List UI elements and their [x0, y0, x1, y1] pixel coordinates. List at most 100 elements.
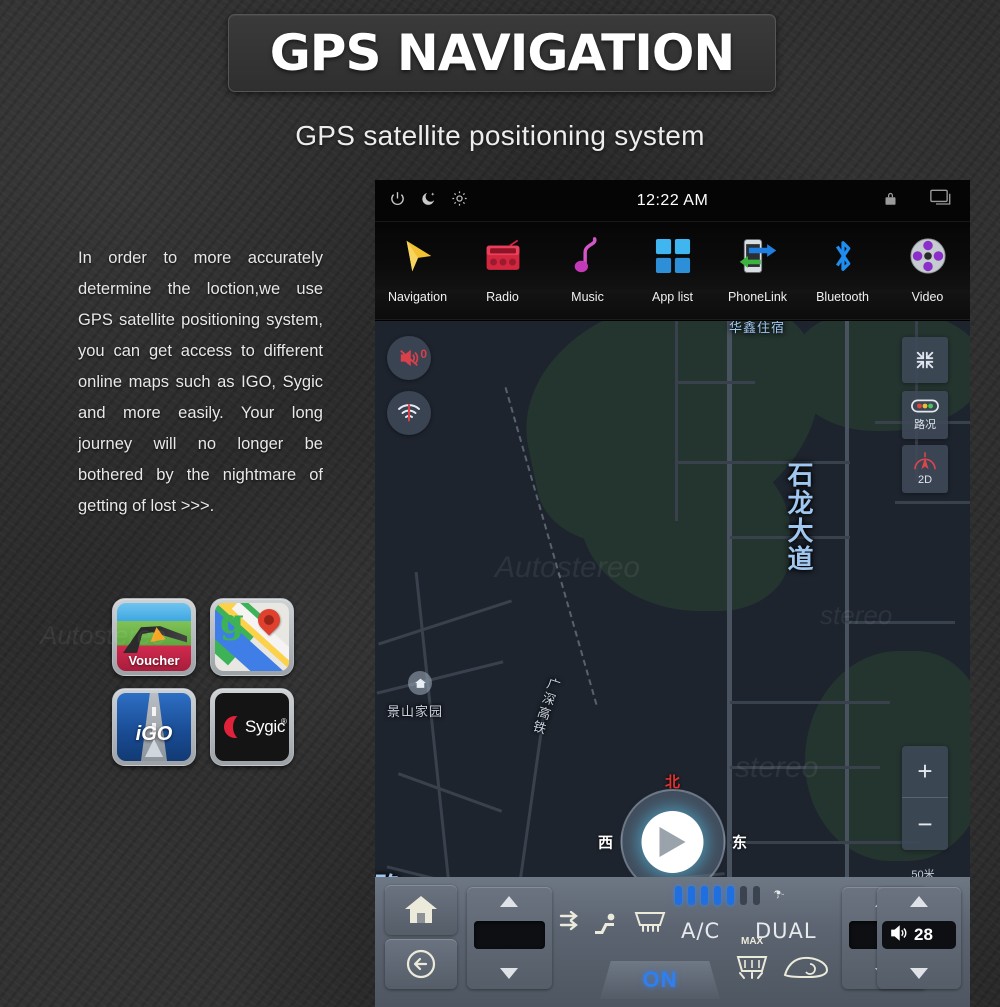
map-road [675, 381, 755, 384]
map-view-mode-label: 2D [917, 474, 933, 486]
fan-icon [770, 885, 787, 905]
app-icon-music[interactable] [545, 222, 630, 290]
app-label-music[interactable]: Music [545, 290, 630, 319]
gps-signal-button[interactable] [387, 391, 431, 435]
fan-bar [701, 885, 708, 905]
fan-bar [675, 885, 682, 905]
app-tile-label: Sygic [245, 717, 286, 736]
climate-on-button[interactable]: ON [600, 961, 720, 999]
map-road [397, 772, 503, 813]
lock-icon[interactable] [883, 190, 898, 212]
ac-label[interactable]: A/C [681, 919, 720, 943]
volume-control[interactable]: 28 [877, 887, 961, 989]
map-label-shilong-avenue: 石龙大道 [783, 461, 813, 573]
lane-dash [152, 707, 156, 716]
volume-display: 28 [882, 921, 956, 949]
fan-bar [727, 885, 734, 905]
map-label-railway: 广深高铁 [528, 675, 561, 737]
current-position-marker [641, 810, 704, 873]
fan-bar [688, 885, 695, 905]
map-view-mode-button[interactable]: 2D [902, 445, 948, 493]
dual-label[interactable]: DUAL [755, 919, 817, 943]
page-subtitle: GPS satellite positioning system [295, 120, 705, 151]
fan-speed-indicator [675, 885, 787, 905]
windows-icon[interactable] [930, 189, 954, 212]
app-label-navigation[interactable]: Navigation [375, 290, 460, 319]
map-road [376, 660, 504, 695]
airflow-feet-icon[interactable] [589, 913, 623, 944]
navigation-arrow-icon [145, 739, 163, 757]
home-button[interactable] [385, 885, 457, 935]
rear-defrost-icon[interactable]: MAX [733, 936, 771, 986]
app-label-phone-link[interactable]: PhoneLink [715, 290, 800, 319]
map-view[interactable]: 景山家园 广深高铁 华鑫住宿 石龙大道 路 0 [375, 321, 970, 961]
app-launcher-labels: Navigation Radio Music App list PhoneLin… [375, 290, 970, 320]
windshield-defrost-icon[interactable] [633, 910, 667, 939]
map-road [675, 461, 850, 464]
on-label: ON [642, 967, 678, 992]
map-road [845, 321, 849, 961]
google-g-letter: g [220, 603, 244, 642]
app-tile-sygic[interactable]: Sygic ® [210, 688, 294, 766]
temp-down-arrow-icon[interactable] [500, 968, 518, 979]
map-zoom-in-button[interactable]: + [902, 746, 948, 798]
map-collapse-button[interactable] [902, 337, 948, 383]
map-road [895, 501, 970, 504]
app-icon-radio[interactable] [460, 222, 545, 290]
map-zoom-out-button[interactable]: − [902, 798, 948, 850]
app-label-video[interactable]: Video [885, 290, 970, 319]
app-icon-phone-link[interactable] [715, 222, 800, 290]
fan-bar [753, 885, 760, 905]
climate-control-panel: A/C DUAL AUTO ON [375, 877, 970, 1007]
page-banner: GPS NAVIGATION [228, 14, 776, 92]
description-text: In order to more accurately determine th… [78, 249, 323, 515]
left-temperature-display [474, 921, 545, 949]
side-mirror-defrost-icon[interactable] [783, 955, 829, 986]
mute-badge-count: 0 [420, 347, 427, 361]
page-title: GPS NAVIGATION [269, 24, 735, 82]
airflow-face-icon[interactable] [559, 910, 585, 938]
left-temperature-control[interactable] [467, 887, 552, 989]
volume-down-arrow-icon[interactable] [910, 968, 928, 979]
map-app-tiles: Voucher g iGO Sygic ® [112, 598, 300, 770]
map-road [730, 841, 920, 844]
status-bar-clock: 12:22 AM [636, 191, 709, 209]
volume-value: 28 [914, 925, 933, 944]
app-label-bluetooth[interactable]: Bluetooth [800, 290, 885, 319]
mute-volume-button[interactable]: 0 [387, 336, 431, 380]
map-label-huaxin: 华鑫住宿 [729, 321, 786, 336]
map-poi-marker[interactable] [408, 671, 432, 695]
app-tile-igo[interactable]: iGO [112, 688, 196, 766]
heading-arrow-icon [659, 826, 686, 857]
map-road [377, 599, 513, 646]
app-tile-google-maps[interactable]: g [210, 598, 294, 676]
app-icon-bluetooth[interactable] [800, 222, 885, 290]
map-road [845, 621, 955, 624]
app-label-app-list[interactable]: App list [630, 290, 715, 319]
app-tile-voucher[interactable]: Voucher [112, 598, 196, 676]
compass-west-label: 西 [598, 834, 614, 851]
app-icon-app-list[interactable] [630, 222, 715, 290]
map-zoom-controls[interactable]: + − [902, 746, 948, 850]
fan-bar [714, 885, 721, 905]
temp-up-arrow-icon[interactable] [500, 896, 518, 907]
map-road [727, 321, 732, 961]
registered-mark: ® [281, 717, 287, 726]
map-traffic-button[interactable]: 路况 [902, 391, 948, 439]
map-label-jingshan: 景山家园 [387, 705, 444, 720]
compass-north-label: 北 [664, 774, 681, 791]
volume-up-arrow-icon[interactable] [910, 896, 928, 907]
app-tile-label: Voucher [128, 653, 180, 668]
map-road [675, 321, 678, 521]
compass-east-label: 东 [731, 834, 747, 851]
back-button[interactable] [385, 939, 457, 989]
map-road [730, 766, 880, 769]
app-label-radio[interactable]: Radio [460, 290, 545, 319]
app-launcher-row [375, 222, 970, 290]
app-icon-video[interactable] [885, 222, 970, 290]
map-road [730, 701, 890, 704]
map-traffic-label: 路况 [914, 418, 936, 431]
max-label: MAX [741, 936, 764, 947]
status-bar: 12:22 AM [375, 180, 970, 222]
app-icon-navigation[interactable] [375, 222, 460, 290]
